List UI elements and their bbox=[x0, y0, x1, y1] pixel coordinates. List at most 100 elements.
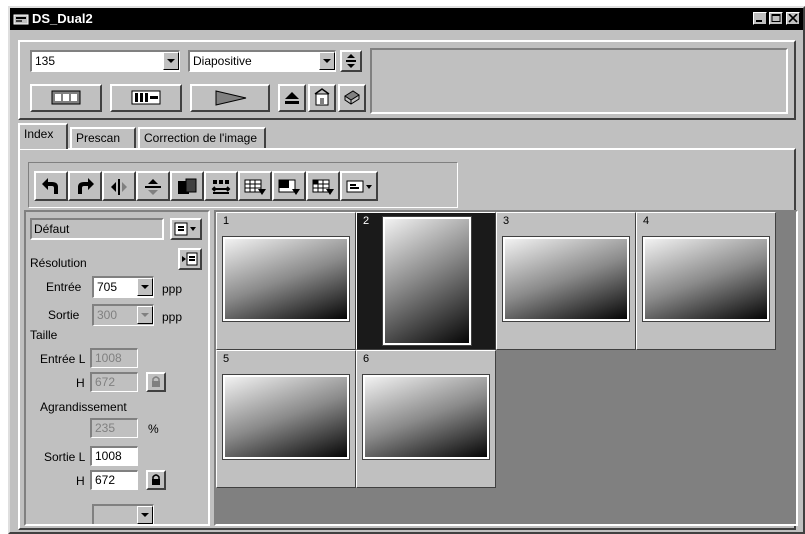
select-all-button[interactable] bbox=[238, 171, 272, 201]
thumbnail-grid: 1 2 3 4 5 6 bbox=[214, 210, 798, 526]
chevron-down-icon bbox=[141, 285, 149, 289]
output-resolution-unit: ppp bbox=[162, 310, 183, 324]
scan-icon bbox=[215, 90, 247, 106]
enlargement-field: 235 bbox=[90, 418, 138, 438]
tab-index[interactable]: Index bbox=[18, 123, 68, 149]
maximize-button[interactable] bbox=[769, 12, 783, 25]
chevron-down-icon bbox=[167, 59, 175, 63]
enlargement-value: 235 bbox=[95, 421, 116, 435]
input-resolution-select[interactable]: 705 bbox=[92, 276, 154, 298]
select-some-button[interactable] bbox=[272, 171, 306, 201]
swap-button[interactable] bbox=[204, 171, 238, 201]
output-width-value: 1008 bbox=[95, 449, 122, 463]
title-bar[interactable]: DS_Dual2 bbox=[10, 8, 803, 30]
film-format-select[interactable]: 135 bbox=[30, 50, 180, 72]
input-resolution-label: Entrée bbox=[46, 280, 82, 294]
frame-number: 6 bbox=[363, 353, 370, 365]
preset-menu-button[interactable] bbox=[170, 218, 202, 240]
chevron-down-icon bbox=[141, 313, 149, 317]
frame-number: 2 bbox=[363, 215, 370, 227]
swap-icon bbox=[211, 180, 231, 194]
scan-button[interactable] bbox=[190, 84, 270, 112]
window-title: DS_Dual2 bbox=[32, 11, 93, 26]
view-menu-button[interactable] bbox=[340, 171, 378, 201]
input-width-field: 1008 bbox=[90, 348, 138, 368]
output-width-label: Sortie L bbox=[44, 450, 86, 464]
status-display bbox=[370, 48, 788, 114]
output-height-field[interactable]: 672 bbox=[90, 470, 138, 490]
input-lock-button bbox=[146, 372, 166, 392]
thumbnail-image bbox=[222, 236, 350, 322]
tab-prescan[interactable]: Prescan bbox=[70, 127, 136, 149]
rotate-left-button[interactable] bbox=[34, 171, 68, 201]
preferences-button[interactable] bbox=[308, 84, 336, 112]
enlargement-unit: % bbox=[148, 422, 159, 436]
flip-horizontal-button[interactable] bbox=[102, 171, 136, 201]
invert-button[interactable] bbox=[170, 171, 204, 201]
lock-icon bbox=[152, 376, 160, 387]
thumbnail-frame-5[interactable]: 5 bbox=[216, 350, 356, 488]
input-height-label: H bbox=[76, 376, 85, 390]
frame-number: 1 bbox=[223, 215, 230, 227]
frame-number: 4 bbox=[643, 215, 650, 227]
preset-menu-icon bbox=[174, 222, 196, 236]
help-button[interactable] bbox=[338, 84, 366, 112]
prescan-icon bbox=[131, 90, 161, 105]
chevron-down-icon bbox=[323, 59, 331, 63]
output-lock-button[interactable] bbox=[146, 470, 166, 490]
resolution-settings-button[interactable] bbox=[178, 248, 202, 270]
view-menu-icon bbox=[346, 180, 372, 193]
index-scan-icon bbox=[51, 90, 81, 105]
output-resolution-select: 300 bbox=[92, 304, 154, 326]
rotate-right-button[interactable] bbox=[68, 171, 102, 201]
maximize-icon bbox=[771, 14, 781, 22]
thumbnail-frame-3[interactable]: 3 bbox=[496, 212, 636, 350]
select-one-button[interactable] bbox=[306, 171, 340, 201]
thumbnail-frame-6[interactable]: 6 bbox=[356, 350, 496, 488]
thumbnail-image bbox=[362, 374, 490, 460]
output-width-field[interactable]: 1008 bbox=[90, 446, 138, 466]
film-advance-icon bbox=[346, 54, 356, 68]
thumbnail-frame-4[interactable]: 4 bbox=[636, 212, 776, 350]
preset-name-label: Défaut bbox=[34, 222, 70, 236]
prescan-button[interactable] bbox=[110, 84, 182, 112]
preset-name-box[interactable]: Défaut bbox=[30, 218, 164, 240]
film-type-value: Diapositive bbox=[193, 54, 252, 68]
film-type-select[interactable]: Diapositive bbox=[188, 50, 336, 72]
index-scan-button[interactable] bbox=[30, 84, 102, 112]
tab-image-correction[interactable]: Correction de l'image bbox=[138, 127, 266, 149]
output-resolution-value: 300 bbox=[97, 308, 118, 322]
output-resolution-label: Sortie bbox=[48, 308, 80, 322]
film-format-value: 135 bbox=[35, 54, 56, 68]
minimize-button[interactable] bbox=[753, 12, 767, 25]
film-holder-button[interactable] bbox=[340, 50, 362, 72]
minimize-icon bbox=[756, 20, 762, 22]
film-format-dropdown-button[interactable] bbox=[163, 52, 179, 70]
tab-prescan-label: Prescan bbox=[76, 131, 121, 145]
flip-vertical-button[interactable] bbox=[136, 171, 170, 201]
enlargement-label: Agrandissement bbox=[40, 400, 127, 414]
chevron-down-icon bbox=[141, 513, 149, 517]
invert-icon bbox=[178, 178, 197, 194]
frame-number: 5 bbox=[223, 353, 230, 365]
thumbnail-image bbox=[222, 374, 350, 460]
input-width-value: 1008 bbox=[95, 351, 122, 365]
preferences-icon bbox=[314, 88, 330, 106]
input-height-field: 672 bbox=[90, 372, 138, 392]
thumbnail-frame-2[interactable]: 2 bbox=[356, 212, 496, 350]
input-resolution-dropdown-button[interactable] bbox=[137, 278, 153, 296]
thumbnail-image bbox=[382, 216, 472, 346]
tab-index-label: Index bbox=[24, 127, 54, 141]
output-height-value: 672 bbox=[95, 473, 116, 487]
output-resolution-dropdown-button bbox=[137, 306, 153, 324]
close-icon bbox=[788, 14, 798, 23]
film-type-dropdown-button[interactable] bbox=[319, 52, 335, 70]
input-width-label: Entrée L bbox=[40, 352, 86, 366]
eject-button[interactable] bbox=[278, 84, 306, 112]
resolution-label: Résolution bbox=[30, 256, 87, 270]
close-button[interactable] bbox=[786, 12, 800, 25]
thumbnail-frame-1[interactable]: 1 bbox=[216, 212, 356, 350]
input-resolution-unit: ppp bbox=[162, 282, 183, 296]
flip-vertical-icon bbox=[145, 179, 161, 195]
help-icon bbox=[344, 90, 360, 105]
